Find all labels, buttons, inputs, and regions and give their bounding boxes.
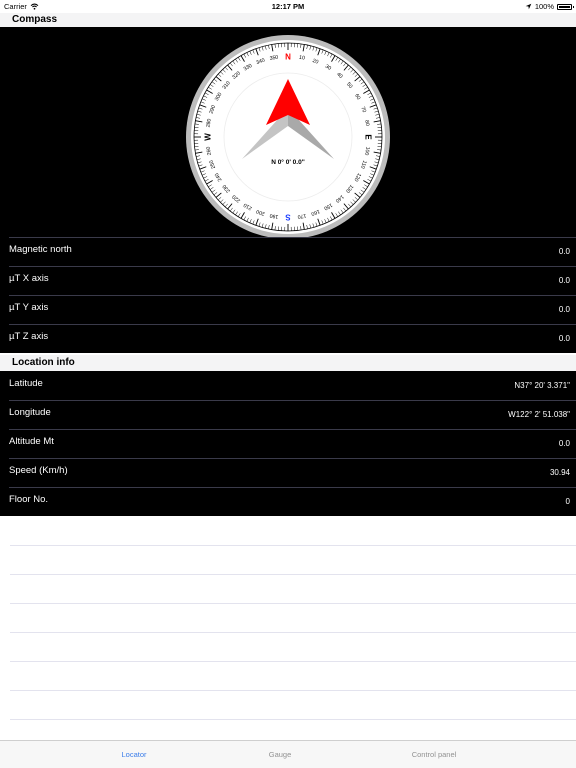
row-value: 0	[565, 497, 570, 506]
compass-data-list: Magnetic north 0.0 µT X axis 0.0 µT Y ax…	[0, 237, 576, 353]
row-value: 0.0	[558, 276, 570, 285]
cardinal-north-label: N	[285, 53, 291, 62]
row-label: Floor No.	[9, 494, 49, 505]
row-label: Longitude	[9, 407, 51, 418]
cardinal-south-label: S	[285, 213, 291, 222]
compass-section-header: Compass	[0, 13, 576, 27]
location-section-title: Location info	[12, 357, 75, 368]
location-data-list: Latitude N37° 20' 3.371" Longitude W122°…	[0, 371, 576, 516]
empty-table[interactable]	[0, 516, 576, 740]
row-value: 0.0	[558, 247, 570, 256]
status-right: 100%	[525, 2, 574, 11]
list-item[interactable]: Floor No. 0	[0, 487, 576, 516]
row-value: 0.0	[558, 334, 570, 343]
row-label: Magnetic north	[9, 244, 72, 255]
location-section-header: Location info	[0, 355, 576, 371]
dial-degree-label: 80	[363, 120, 370, 127]
compass-dial[interactable]: 10 20304050607080100110120130140150160170…	[185, 34, 391, 240]
table-separator	[10, 574, 576, 575]
battery-icon	[557, 3, 574, 10]
row-value: 0.0	[558, 305, 570, 314]
tab-gauge[interactable]: Gauge	[250, 750, 310, 759]
list-item[interactable]: µT Y axis 0.0	[0, 295, 576, 324]
row-label: Altitude Mt	[9, 436, 54, 447]
table-separator	[10, 603, 576, 604]
cardinal-west-label: W	[204, 133, 213, 141]
row-label: Latitude	[9, 378, 43, 389]
compass-panel: 10 20 30 40 50 60 70 80 100 110 120 130 140 150 160 170…	[0, 27, 576, 240]
location-arrow-icon	[525, 3, 532, 10]
row-label: Speed (Km/h)	[9, 465, 68, 476]
table-separator	[10, 632, 576, 633]
row-label: µT Y axis	[9, 302, 49, 313]
compass-inner-ring	[191, 40, 385, 234]
row-value: W122° 2' 51.038"	[508, 410, 570, 419]
status-bar: Carrier 12:17 PM 100%	[0, 0, 576, 13]
row-label: µT X axis	[9, 273, 49, 284]
row-value: N37° 20' 3.371"	[514, 381, 570, 390]
list-item[interactable]: µT Z axis 0.0	[0, 324, 576, 353]
tab-locator[interactable]: Locator	[104, 750, 164, 759]
cardinal-east-label: E	[364, 134, 373, 140]
list-item[interactable]: Altitude Mt 0.0	[0, 429, 576, 458]
row-value: 0.0	[558, 439, 570, 448]
table-separator	[10, 719, 576, 720]
compass-section-title: Compass	[12, 14, 58, 25]
tab-control-panel[interactable]: Control panel	[394, 750, 474, 759]
table-separator	[10, 545, 576, 546]
row-value: 30.94	[549, 468, 570, 477]
list-item[interactable]: Latitude N37° 20' 3.371"	[0, 371, 576, 400]
dial-degree-label: 10	[299, 55, 306, 62]
list-item[interactable]: µT X axis 0.0	[0, 266, 576, 295]
list-item[interactable]: Magnetic north 0.0	[0, 237, 576, 266]
compass-readout: N 0° 0' 0.0"	[271, 158, 305, 166]
table-separator	[10, 690, 576, 691]
list-item[interactable]: Speed (Km/h) 30.94	[0, 458, 576, 487]
battery-percent: 100%	[534, 2, 554, 11]
table-separator	[10, 661, 576, 662]
status-time: 12:17 PM	[271, 2, 305, 11]
row-label: µT Z axis	[9, 331, 49, 342]
tab-bar: Locator Gauge Control panel	[0, 740, 576, 768]
list-item[interactable]: Longitude W122° 2' 51.038"	[0, 400, 576, 429]
